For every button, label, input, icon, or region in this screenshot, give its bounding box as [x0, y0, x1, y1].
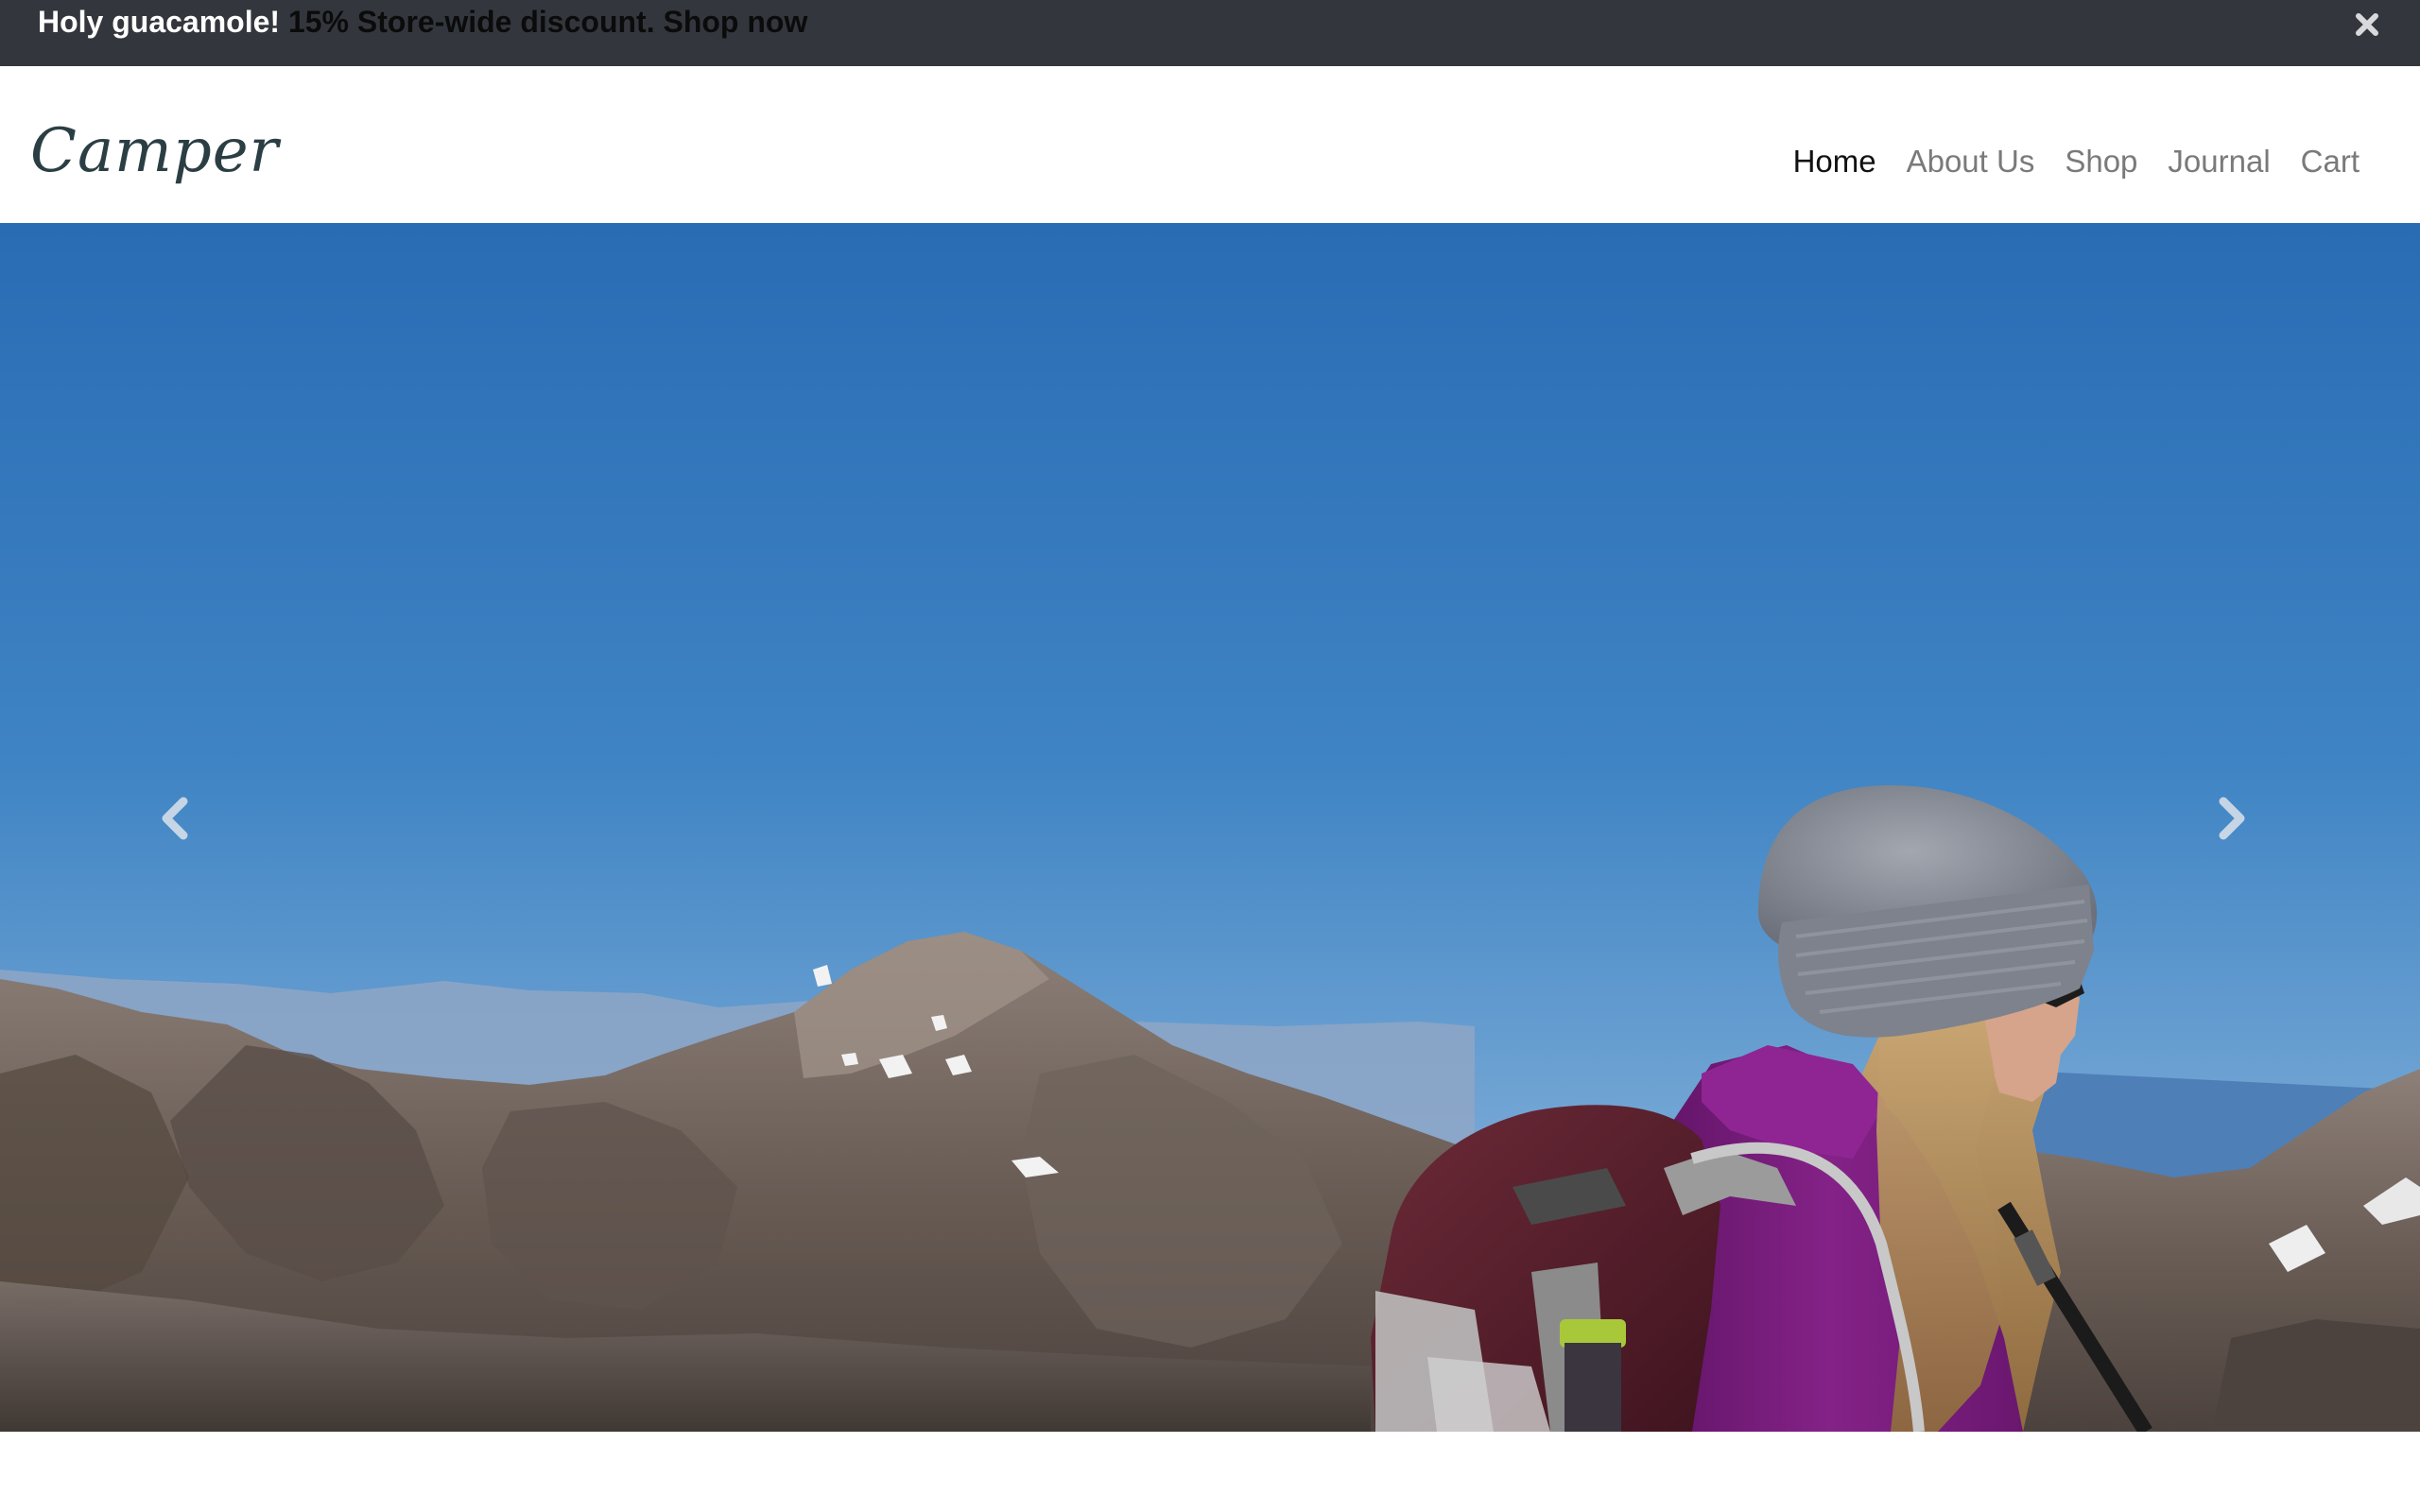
hero-carousel	[0, 223, 2420, 1432]
chevron-left-icon[interactable]	[138, 781, 214, 856]
chevron-right-icon[interactable]	[2193, 781, 2269, 856]
close-icon[interactable]	[2348, 6, 2386, 43]
promo-alert-message[interactable]: 15% Store-wide discount. Shop now	[280, 5, 807, 39]
nav-item-shop[interactable]: Shop	[2049, 140, 2152, 182]
nav-item-cart[interactable]: Cart	[2286, 140, 2375, 182]
promo-alert-text[interactable]: Holy guacamole! 15% Store-wide discount.…	[38, 0, 807, 43]
site-header: Camper Home About Us Shop Journal Cart	[0, 66, 2420, 223]
promo-alert-bar: Holy guacamole! 15% Store-wide discount.…	[0, 0, 2420, 66]
nav-item-about-us[interactable]: About Us	[1892, 140, 2050, 182]
page-content-start	[0, 1432, 2420, 1512]
promo-alert-strong: Holy guacamole!	[38, 5, 281, 39]
main-nav: Home About Us Shop Journal Cart	[1778, 140, 2375, 182]
brand-logo[interactable]: Camper	[30, 121, 279, 181]
hiker-mountain-photo	[0, 223, 2420, 1432]
nav-item-journal[interactable]: Journal	[2152, 140, 2285, 182]
nav-item-home[interactable]: Home	[1778, 140, 1892, 182]
